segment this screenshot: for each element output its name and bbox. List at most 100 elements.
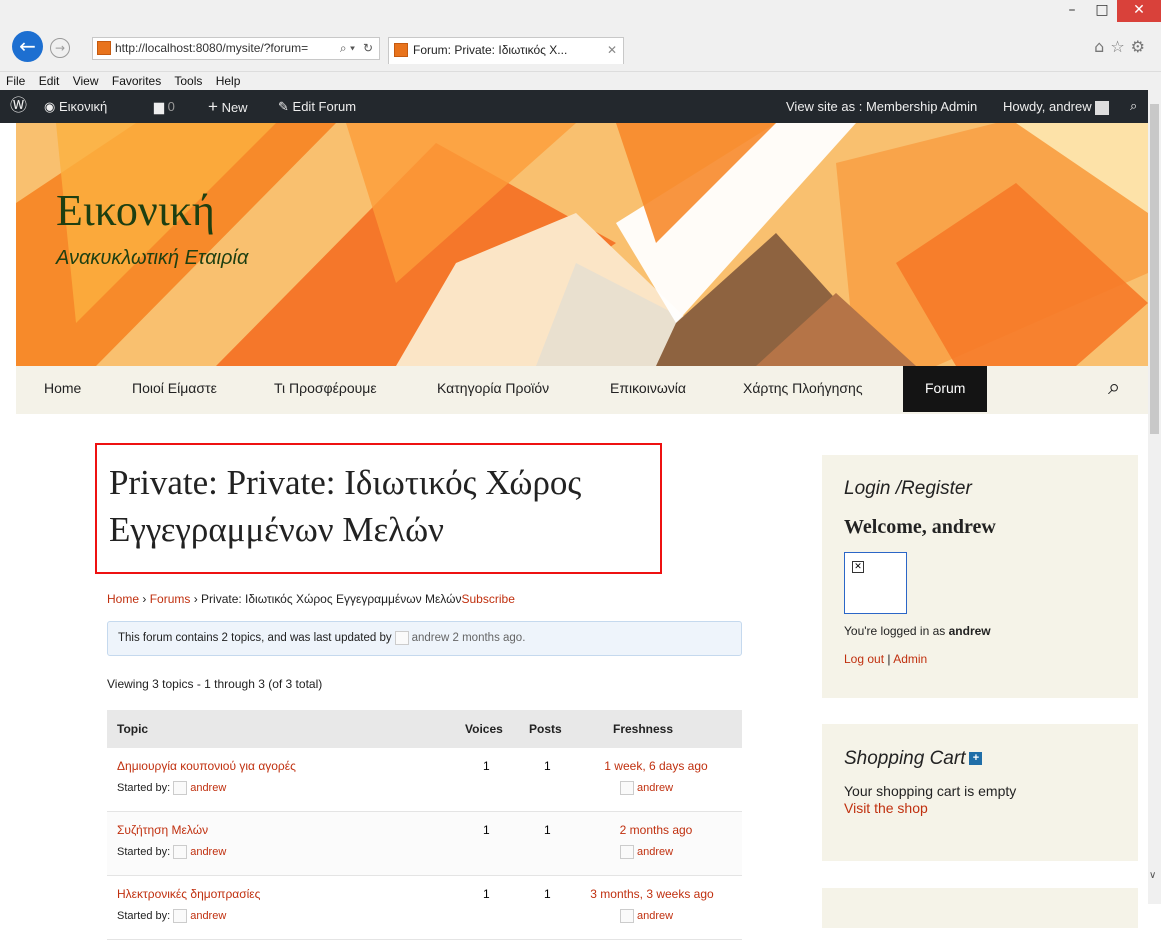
nav-item-home[interactable]: Home [44, 366, 81, 414]
admin-edit-forum-link[interactable]: ✎ Edit Forum [278, 90, 356, 124]
menu-file[interactable]: File [6, 74, 25, 88]
topic-started-by: Started by: andrew [117, 845, 226, 859]
shopping-cart-widget: Shopping Cart + Your shopping cart is emp… [822, 724, 1138, 861]
logout-link[interactable]: Log out [844, 652, 884, 666]
forum-info-notice: This forum contains 2 topics, and was la… [107, 621, 742, 656]
notice-user-link[interactable]: andrew [412, 632, 450, 644]
dashboard-icon: ◉ [44, 100, 56, 115]
main-nav: Home Ποιοί Είμαστε Τι Προσφέρουμε Κατηγο… [16, 366, 1148, 414]
nav-item-about[interactable]: Ποιοί Είμαστε [132, 366, 217, 414]
breadcrumb-home[interactable]: Home [107, 592, 139, 606]
nav-item-contact[interactable]: Επικοινωνία [610, 366, 686, 414]
table-header: Topic Voices Posts Freshness [107, 710, 742, 748]
menu-favorites[interactable]: Favorites [112, 74, 161, 88]
admin-new-link[interactable]: + New [208, 90, 248, 124]
menu-help[interactable]: Help [216, 74, 241, 88]
logged-prefix: You're logged in as [844, 624, 946, 638]
nav-item-forum[interactable]: Forum [903, 366, 988, 412]
minimize-button[interactable]: – [1057, 0, 1087, 22]
visit-shop-link[interactable]: Visit the shop [844, 800, 928, 816]
account-links: Log out | Admin [844, 652, 927, 666]
last-user-link[interactable]: andrew [637, 910, 673, 922]
site-title[interactable]: Εικονική [56, 185, 215, 236]
topic-started-by: Started by: andrew [117, 781, 226, 795]
topic-freshness-link[interactable]: 3 months, 3 weeks ago [577, 887, 727, 901]
admin-link[interactable]: Admin [893, 652, 927, 666]
avatar [394, 630, 409, 645]
topic-started-by: Started by: andrew [117, 909, 226, 923]
admin-site-link[interactable]: ◉ Εικονική [44, 90, 107, 124]
address-text: http://localhost:8080/mysite/?forum= [115, 41, 309, 55]
menu-tools[interactable]: Tools [174, 74, 202, 88]
menu-edit[interactable]: Edit [39, 74, 60, 88]
last-user-link[interactable]: andrew [637, 846, 673, 858]
avatar [173, 845, 188, 859]
breadcrumb-forums[interactable]: Forums [150, 592, 191, 606]
topic-freshness-link[interactable]: 1 week, 6 days ago [591, 759, 721, 773]
broken-image-icon: ✕ [852, 561, 864, 573]
col-posts: Posts [529, 722, 562, 736]
address-bar[interactable]: http://localhost:8080/mysite/?forum= ⌕ ▾… [92, 37, 380, 60]
scrollbar-thumb[interactable] [1150, 104, 1159, 434]
topic-author-link[interactable]: andrew [190, 846, 226, 858]
nav-search-icon[interactable]: ⌕ [1108, 366, 1120, 414]
subscribe-link[interactable]: Subscribe [462, 592, 515, 606]
avatar [620, 845, 634, 859]
login-widget-title: Login /Register [844, 478, 972, 499]
topic-title-link[interactable]: Δημιουργία κουπονιού για αγορές [117, 759, 296, 773]
started-by-label: Started by: [117, 781, 171, 794]
admin-new-label: New [221, 100, 248, 115]
howdy-account[interactable]: Howdy, andrew [1003, 90, 1110, 123]
started-by-label: Started by: [117, 909, 171, 922]
topic-author-link[interactable]: andrew [190, 782, 226, 794]
refresh-icon[interactable]: ↻ [363, 38, 373, 59]
tab-forum[interactable]: Forum: Private: Ιδιωτικός Χ... ✕ [388, 37, 624, 64]
forward-icon[interactable]: → [50, 38, 70, 58]
page-scrollbar[interactable]: ∨ [1148, 90, 1161, 904]
table-row: Ηλεκτρονικές δημοπρασίες Started by: andr… [107, 876, 742, 940]
admin-search-icon[interactable]: ⌕ [1130, 90, 1137, 123]
link-separator: | [887, 652, 891, 666]
col-topic: Topic [117, 722, 149, 736]
topic-voices: 1 [483, 823, 490, 837]
back-icon[interactable]: ← [12, 31, 43, 62]
breadcrumb-sep: › [139, 592, 150, 606]
tab-close-icon[interactable]: ✕ [607, 38, 617, 63]
col-freshness: Freshness [613, 722, 674, 736]
avatar [620, 909, 634, 923]
menu-view[interactable]: View [73, 74, 99, 88]
topic-posts: 1 [544, 887, 551, 901]
home-icon[interactable]: ⌂ [1094, 37, 1110, 56]
plus-icon: + [208, 97, 218, 116]
nav-item-offers[interactable]: Τι Προσφέρουμε [274, 366, 377, 414]
window-controls: – □ ✕ [1057, 0, 1161, 28]
site-header: Εικονική Ανακυκλωτική Εταιρία [16, 123, 1148, 366]
notice-time: 2 months ago. [452, 632, 526, 644]
tab-favicon-icon [394, 43, 408, 57]
browser-chrome: ← → http://localhost:8080/mysite/?forum=… [0, 0, 1161, 72]
topic-last-user: andrew [617, 909, 673, 923]
nav-item-category[interactable]: Κατηγορία Προϊόν [437, 366, 549, 414]
gear-icon[interactable]: ⚙ [1131, 37, 1151, 56]
favorites-star-icon[interactable]: ☆ [1110, 37, 1130, 56]
topic-voices: 1 [483, 759, 490, 773]
last-user-link[interactable]: andrew [637, 782, 673, 794]
topic-freshness-link[interactable]: 2 months ago [591, 823, 721, 837]
close-window-button[interactable]: ✕ [1117, 0, 1161, 22]
wp-admin-bar: Ⓦ ◉ Εικονική ▆ 0 + New ✎ Edit Forum View… [0, 90, 1148, 123]
breadcrumb: Home › Forums › Private: Ιδιωτικός Χώρος… [107, 592, 515, 606]
viewing-count: Viewing 3 topics - 1 through 3 (of 3 tot… [107, 677, 323, 691]
topic-author-link[interactable]: andrew [190, 910, 226, 922]
avatar: ✕ [844, 552, 907, 614]
admin-comments-link[interactable]: ▆ 0 [154, 90, 175, 123]
wordpress-logo-icon[interactable]: Ⓦ [10, 90, 27, 123]
breadcrumb-current: Private: Ιδιωτικός Χώρος Εγγεγραμμένων Μ… [201, 592, 462, 606]
topic-title-link[interactable]: Συζήτηση Μελών [117, 823, 208, 837]
expand-plus-icon[interactable]: + [969, 752, 983, 766]
view-site-as[interactable]: View site as : Membership Admin [786, 90, 977, 123]
nav-item-sitemap[interactable]: Χάρτης Πλοήγησης [743, 366, 863, 414]
maximize-button[interactable]: □ [1087, 0, 1117, 22]
topic-title-link[interactable]: Ηλεκτρονικές δημοπρασίες [117, 887, 260, 901]
search-icon[interactable]: ⌕ ▾ [340, 38, 355, 59]
scroll-down-icon[interactable]: ∨ [1149, 870, 1156, 881]
